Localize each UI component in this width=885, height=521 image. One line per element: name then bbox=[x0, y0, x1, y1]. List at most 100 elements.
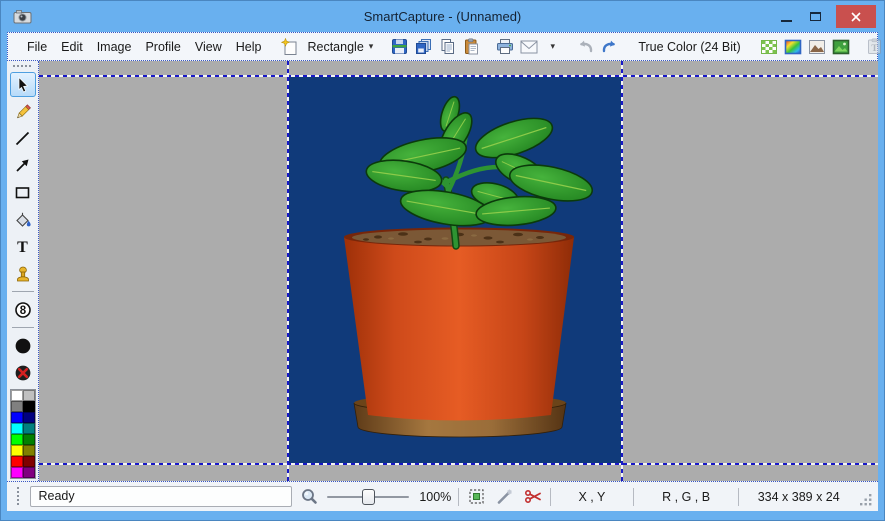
menu-profile[interactable]: Profile bbox=[138, 37, 187, 57]
zoom-level: 100% bbox=[419, 489, 452, 504]
text-tool-button[interactable]: T bbox=[10, 234, 36, 259]
minimize-button[interactable] bbox=[772, 5, 801, 28]
save-all-button[interactable] bbox=[412, 35, 435, 58]
paint-bucket-icon bbox=[15, 212, 31, 227]
statusbar-separator bbox=[549, 487, 551, 506]
magnifier-icon bbox=[302, 489, 318, 504]
menu-file[interactable]: File bbox=[20, 37, 54, 57]
photo-image-button[interactable] bbox=[830, 35, 853, 58]
dither-image-button[interactable] bbox=[758, 35, 781, 58]
window-title: SmartCapture - (Unnamed) bbox=[363, 9, 522, 24]
palette-color-swatch[interactable] bbox=[22, 412, 35, 423]
palette-color-swatch[interactable] bbox=[22, 456, 35, 467]
save-button[interactable] bbox=[388, 35, 411, 58]
stamp-tool-button[interactable] bbox=[10, 261, 36, 286]
copy-button[interactable] bbox=[436, 35, 459, 58]
menu-view[interactable]: View bbox=[188, 37, 229, 57]
no-color-icon bbox=[15, 365, 30, 380]
drawing-toolbar: T 8 bbox=[7, 61, 39, 481]
zoom-slider-handle[interactable] bbox=[361, 488, 375, 505]
palette-color-swatch[interactable] bbox=[10, 456, 23, 467]
svg-text:T: T bbox=[871, 44, 878, 54]
palette-color-swatch[interactable] bbox=[22, 423, 35, 434]
capture-shape-label: Rectangle bbox=[307, 39, 364, 54]
grayscale-image-icon bbox=[809, 39, 826, 54]
photo-image-icon bbox=[832, 39, 850, 54]
image-dimensions: 334 x 389 x 24 bbox=[757, 489, 840, 504]
palette-image-button[interactable] bbox=[782, 35, 805, 58]
chevron-down-icon: ▾ bbox=[550, 41, 556, 51]
pencil-tool-button[interactable] bbox=[10, 99, 36, 124]
palette-color-swatch[interactable] bbox=[22, 467, 35, 478]
window-resize-grip[interactable] bbox=[858, 491, 873, 511]
palette-color-swatch[interactable] bbox=[10, 412, 23, 423]
selection-tool-button[interactable] bbox=[9, 72, 36, 97]
copy-icon bbox=[441, 39, 455, 54]
zoom-button[interactable] bbox=[299, 486, 320, 508]
capture-shape-dropdown[interactable]: Rectangle ▾ bbox=[302, 35, 378, 58]
email-button[interactable] bbox=[517, 35, 540, 58]
palette-color-swatch[interactable] bbox=[10, 467, 23, 478]
new-capture-button[interactable] bbox=[278, 35, 301, 58]
rectangle-tool-button[interactable] bbox=[10, 180, 36, 205]
redo-icon bbox=[603, 40, 616, 53]
menu-help[interactable]: Help bbox=[229, 37, 269, 57]
app-window: SmartCapture - (Unnamed) File Edit Image… bbox=[0, 0, 885, 521]
toolstrip-separator bbox=[11, 291, 34, 292]
close-icon bbox=[851, 11, 861, 22]
toolstrip-separator bbox=[11, 327, 34, 328]
workspace bbox=[39, 61, 878, 481]
drawing-toolbar-grip[interactable] bbox=[12, 64, 33, 68]
redo-button[interactable] bbox=[598, 35, 621, 58]
clipboard-text-button[interactable]: T bbox=[863, 35, 884, 58]
status-message: Ready bbox=[30, 486, 293, 507]
fill-tool-button[interactable] bbox=[10, 207, 36, 232]
palette-color-swatch[interactable] bbox=[10, 434, 23, 445]
captured-image[interactable] bbox=[288, 76, 622, 464]
grayscale-image-button[interactable] bbox=[806, 35, 829, 58]
selection-guide-bottom bbox=[39, 463, 878, 465]
paste-button[interactable] bbox=[460, 35, 483, 58]
selection-guide-right bbox=[621, 61, 623, 481]
line-tool-button[interactable] bbox=[10, 126, 36, 151]
email-options-dropdown[interactable]: ▾ bbox=[541, 35, 564, 58]
cursor-coordinates: X , Y bbox=[578, 489, 606, 504]
email-icon bbox=[520, 40, 538, 53]
no-color-button[interactable] bbox=[10, 360, 36, 385]
save-icon bbox=[392, 39, 408, 54]
new-capture-icon bbox=[280, 37, 297, 55]
palette-color-swatch[interactable] bbox=[22, 434, 35, 445]
close-button[interactable] bbox=[836, 5, 876, 28]
palette-color-swatch[interactable] bbox=[10, 445, 23, 456]
main-area: T 8 bbox=[7, 61, 878, 481]
palette-color-swatch[interactable] bbox=[10, 390, 23, 401]
resize-grip-icon bbox=[860, 494, 872, 506]
crop-button[interactable] bbox=[522, 486, 543, 508]
primary-color-button[interactable] bbox=[10, 333, 36, 358]
palette-color-swatch[interactable] bbox=[10, 423, 23, 434]
cursor-arrow-icon bbox=[18, 76, 28, 93]
minimize-icon bbox=[781, 19, 792, 22]
maximize-button[interactable] bbox=[801, 5, 830, 28]
zoom-slider[interactable] bbox=[327, 488, 410, 506]
palette-color-swatch[interactable] bbox=[22, 445, 35, 456]
arrow-tool-button[interactable] bbox=[10, 153, 36, 178]
statusbar-separator bbox=[632, 487, 634, 506]
menu-edit[interactable]: Edit bbox=[54, 37, 90, 57]
palette-color-swatch[interactable] bbox=[22, 390, 35, 401]
select-region-button[interactable] bbox=[466, 486, 487, 508]
save-all-icon bbox=[416, 39, 432, 54]
palette-color-swatch[interactable] bbox=[10, 401, 23, 412]
palette-image-icon bbox=[784, 39, 802, 54]
color-picker-button[interactable] bbox=[494, 486, 515, 508]
print-button[interactable] bbox=[493, 35, 516, 58]
menu-image[interactable]: Image bbox=[90, 37, 139, 57]
potted-plant-image bbox=[288, 76, 622, 464]
counter-tool-button[interactable]: 8 bbox=[10, 297, 36, 322]
undo-button[interactable] bbox=[574, 35, 597, 58]
statusbar-grip[interactable] bbox=[16, 487, 20, 506]
print-icon bbox=[496, 39, 513, 54]
palette-color-swatch[interactable] bbox=[22, 401, 35, 412]
text-tool-glyph: T bbox=[17, 239, 28, 255]
toolbar: File Edit Image Profile View Help Rectan… bbox=[7, 32, 881, 61]
